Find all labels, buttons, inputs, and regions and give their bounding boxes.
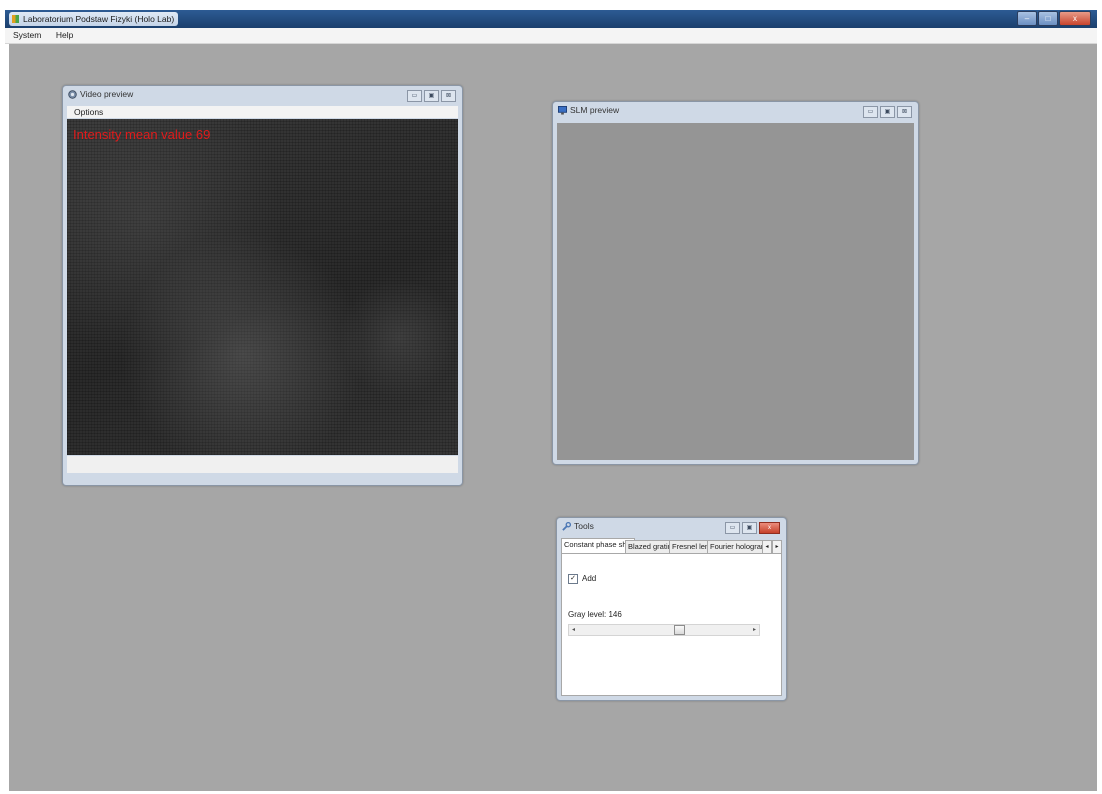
video-maximize-button[interactable]: ▣ — [424, 90, 439, 102]
tools-minimize-button[interactable]: ▭ — [725, 522, 740, 534]
app-titlebar: Laboratorium Podstaw Fizyki (Holo Lab) –… — [5, 10, 1097, 28]
constant-phase-shift-panel: ✓ Add Gray level: 146 ◂ ▸ — [561, 553, 782, 696]
tools-icon — [562, 522, 571, 531]
intensity-readout: Intensity mean value 69 — [73, 127, 211, 142]
tab-fourier-hologram[interactable]: Fourier hologram — [707, 540, 771, 554]
slm-preview-titlebar[interactable]: SLM preview ▭ ▣ ⊠ — [553, 102, 918, 120]
app-close-button[interactable]: x — [1059, 11, 1091, 26]
monitor-icon — [558, 106, 567, 115]
menu-options[interactable]: Options — [67, 106, 103, 118]
video-preview-window: Video preview ▭ ▣ ⊠ Options Intensity me… — [62, 85, 463, 486]
app-title-tab: Laboratorium Podstaw Fizyki (Holo Lab) — [9, 12, 179, 26]
tab-scroll-right-icon[interactable]: ▸ — [772, 540, 782, 554]
tools-titlebar[interactable]: Tools ▭ ▣ x — [557, 518, 786, 536]
slm-display — [557, 123, 914, 460]
slider-right-arrow-icon[interactable]: ▸ — [753, 625, 756, 635]
video-close-button[interactable]: ⊠ — [441, 90, 456, 102]
slider-left-arrow-icon[interactable]: ◂ — [572, 625, 575, 635]
app-title: Laboratorium Podstaw Fizyki (Holo Lab) — [23, 14, 175, 24]
slm-maximize-button[interactable]: ▣ — [880, 106, 895, 118]
camera-feed: Intensity mean value 69 — [67, 119, 458, 455]
video-preview-controls: ▭ ▣ ⊠ — [405, 90, 456, 102]
app-window-controls: – □ x — [1016, 11, 1091, 27]
slm-close-button[interactable]: ⊠ — [897, 106, 912, 118]
slm-preview-window: SLM preview ▭ ▣ ⊠ — [552, 101, 919, 465]
app-minimize-button[interactable]: – — [1017, 11, 1037, 26]
tab-scroll-buttons: ◂ ▸ — [762, 540, 782, 554]
slm-preview-title: SLM preview — [570, 105, 620, 115]
gray-level-label: Gray level: 146 — [568, 610, 622, 619]
app-maximize-button[interactable]: □ — [1038, 11, 1058, 26]
tools-tabs: Constant phase shift Blazed grating Fres… — [561, 538, 782, 555]
video-minimize-button[interactable]: ▭ — [407, 90, 422, 102]
slm-minimize-button[interactable]: ▭ — [863, 106, 878, 118]
tools-close-button[interactable]: x — [759, 522, 780, 534]
video-preview-title: Video preview — [80, 89, 134, 99]
slm-preview-controls: ▭ ▣ ⊠ — [861, 106, 912, 118]
video-menu-bar: Options — [67, 106, 458, 118]
app-icon — [12, 15, 19, 23]
menu-system[interactable]: System — [5, 28, 45, 43]
camera-icon — [68, 90, 77, 99]
add-checkbox[interactable]: ✓ — [568, 574, 578, 584]
video-status-bar — [67, 456, 458, 473]
tools-title: Tools — [574, 521, 594, 531]
video-preview-titlebar[interactable]: Video preview ▭ ▣ ⊠ — [63, 86, 462, 104]
tools-window: Tools ▭ ▣ x Constant phase shift Blazed … — [556, 517, 787, 701]
menu-bar: System Help — [5, 28, 1097, 44]
tools-maximize-button[interactable]: ▣ — [742, 522, 757, 534]
tab-scroll-left-icon[interactable]: ◂ — [762, 540, 772, 554]
gray-level-slider[interactable]: ◂ ▸ — [568, 624, 760, 636]
gray-level-slider-thumb[interactable] — [673, 625, 685, 635]
tools-controls: ▭ ▣ x — [723, 522, 780, 534]
add-checkbox-label: Add — [582, 574, 597, 583]
menu-help[interactable]: Help — [48, 28, 77, 43]
mdi-workspace: Video preview ▭ ▣ ⊠ Options Intensity me… — [9, 44, 1097, 791]
